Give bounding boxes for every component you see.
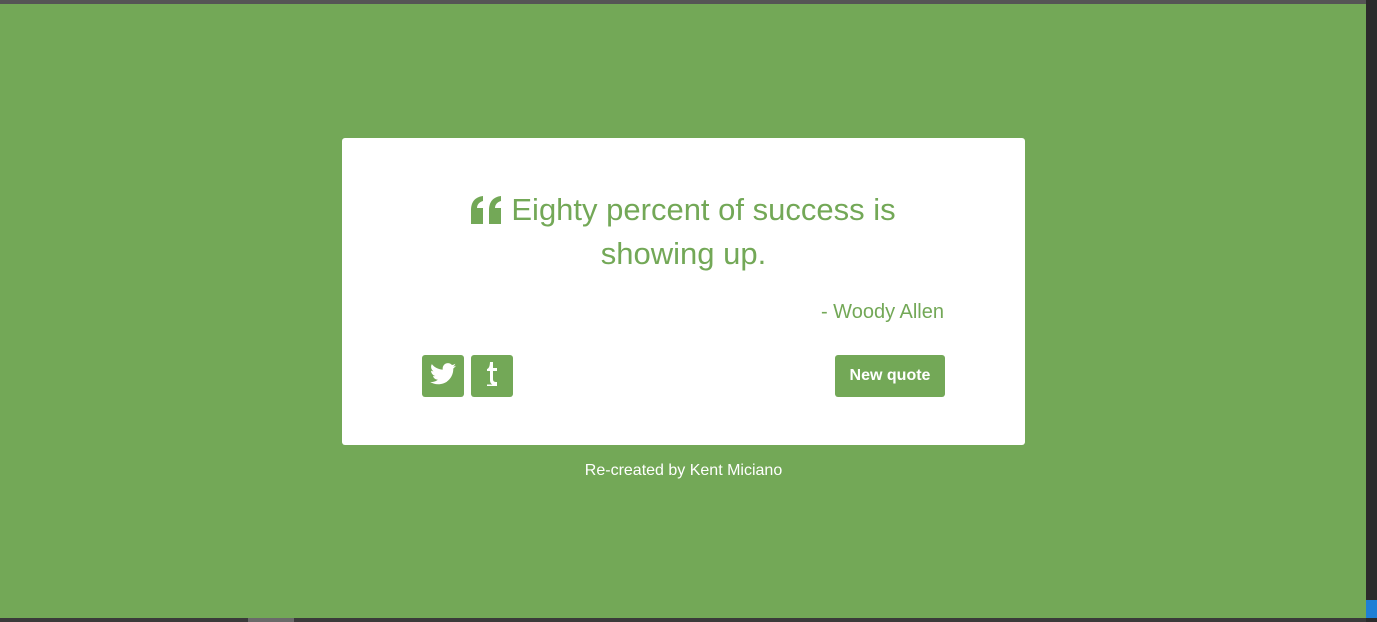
bottom-tab-indicator (248, 618, 294, 622)
new-quote-button[interactable]: New quote (835, 355, 945, 397)
quote-box: Eighty percent of success is showing up.… (342, 138, 1025, 445)
quote-left-icon (471, 194, 503, 234)
quote-text-block: Eighty percent of success is showing up. (422, 190, 945, 274)
bottom-bar (0, 618, 1366, 622)
quote-author: - Woody Allen (820, 301, 944, 323)
right-strip-accent (1366, 600, 1377, 618)
tumblr-icon (484, 361, 500, 391)
right-side-strip (1366, 0, 1377, 622)
twitter-icon (430, 362, 456, 390)
quote-text: Eighty percent of success is showing up. (511, 192, 896, 271)
tweet-quote-button[interactable] (422, 355, 464, 397)
page-background: Eighty percent of success is showing up.… (0, 4, 1366, 618)
footer-credit: Re-created by Kent Miciano (584, 462, 783, 479)
post-tumblr-button[interactable] (471, 355, 513, 397)
